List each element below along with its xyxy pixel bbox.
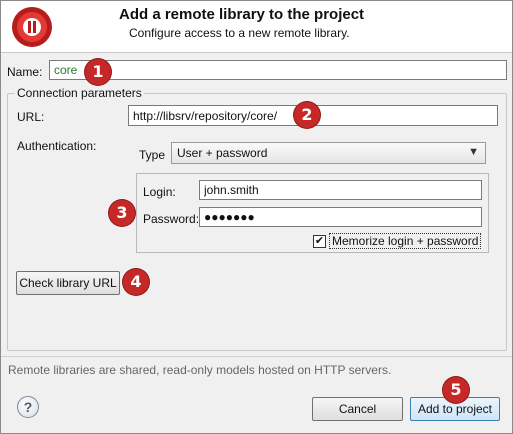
footer-separator [1, 356, 512, 357]
type-label: Type [139, 148, 166, 162]
dialog-title: Add a remote library to the project [119, 6, 365, 23]
memorize-label: Memorize login + password [329, 233, 482, 249]
name-input[interactable] [49, 60, 507, 80]
authentication-label: Authentication: [17, 139, 97, 153]
app-logo-icon [12, 7, 52, 47]
callout-2: 2 [294, 102, 320, 128]
authentication-type-value: User + password [177, 146, 268, 160]
password-input[interactable] [199, 207, 482, 227]
footer-note: Remote libraries are shared, read-only m… [8, 363, 392, 377]
memorize-checkbox[interactable]: ✔ Memorize login + password [313, 233, 482, 249]
callout-3: 3 [109, 200, 135, 226]
authentication-type-select[interactable]: User + password ▼ [171, 142, 486, 164]
chevron-down-icon: ▼ [468, 146, 479, 158]
cancel-button[interactable]: Cancel [312, 397, 403, 421]
checkmark-icon[interactable]: ✔ [313, 234, 326, 248]
callout-1: 1 [85, 59, 111, 85]
login-label: Login: [143, 185, 176, 199]
dialog-subtitle: Configure access to a new remote library… [129, 26, 350, 40]
callout-4: 4 [123, 269, 149, 295]
password-label: Password: [143, 212, 200, 226]
login-input[interactable] [199, 180, 482, 200]
help-icon[interactable]: ? [17, 396, 39, 418]
name-label: Name: [7, 65, 43, 79]
add-remote-library-dialog: Add a remote library to the project Conf… [0, 0, 513, 434]
callout-5: 5 [443, 377, 469, 403]
url-label: URL: [17, 110, 45, 124]
dialog-header: Add a remote library to the project Conf… [1, 1, 512, 53]
check-library-url-button[interactable]: Check library URL [16, 271, 120, 295]
connection-parameters-legend: Connection parameters [15, 86, 144, 100]
